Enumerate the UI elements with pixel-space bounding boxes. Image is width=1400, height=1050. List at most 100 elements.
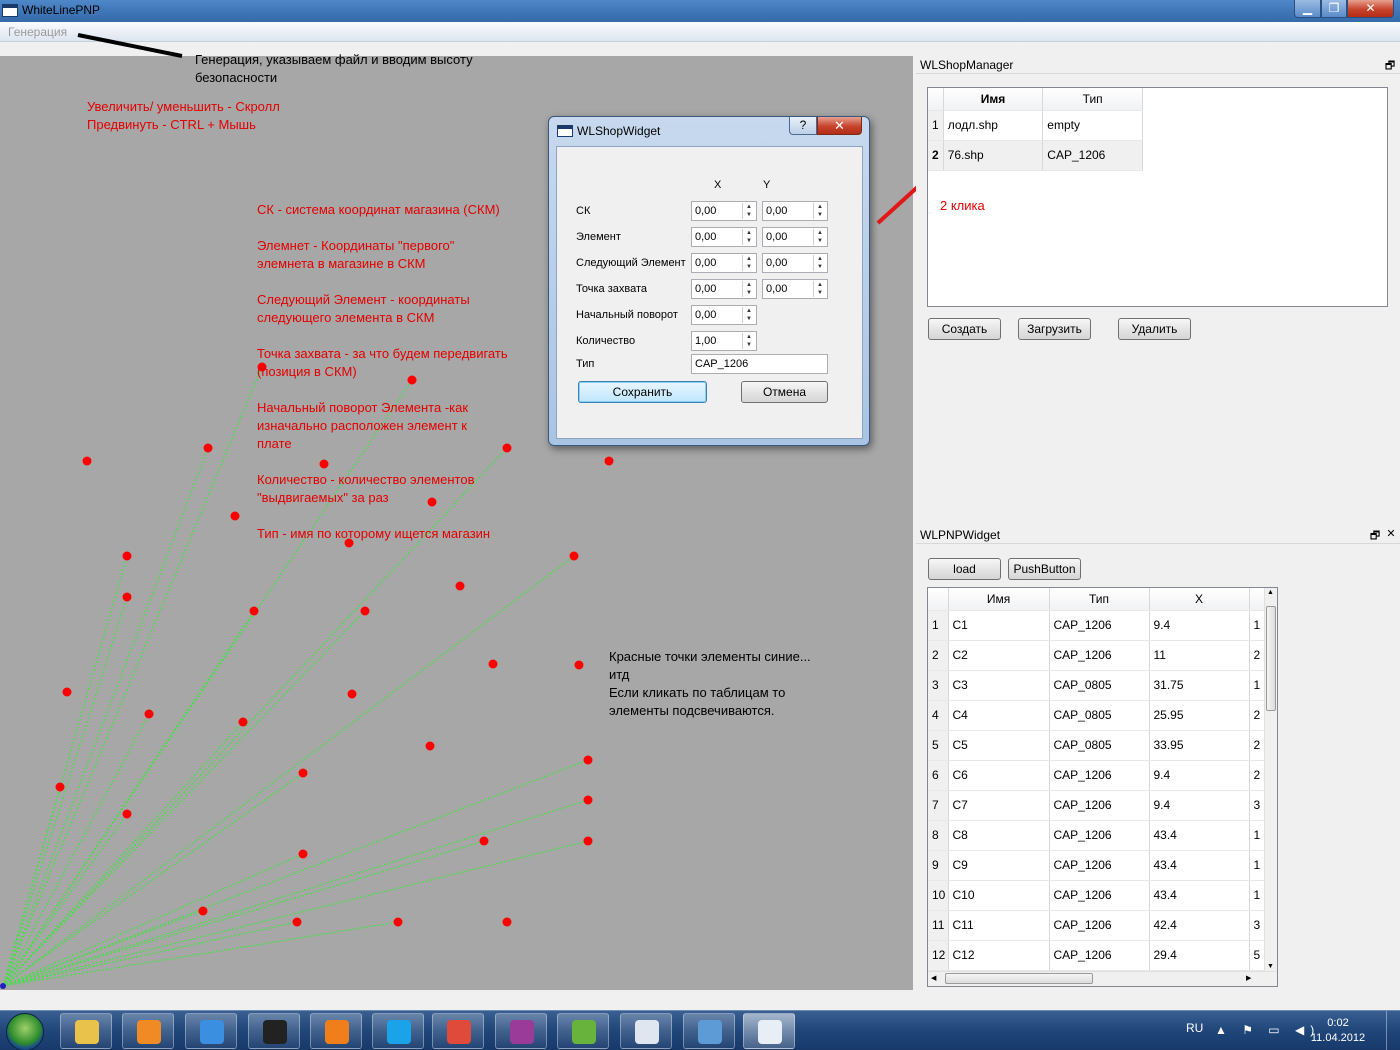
taskbar-game-button[interactable] <box>248 1013 300 1049</box>
taskbar-qt-creator-button[interactable] <box>557 1013 609 1049</box>
start-button[interactable] <box>6 1013 44 1050</box>
table-row[interactable]: 3 C3 CAP_0805 31.75 1 <box>928 670 1269 701</box>
table-row[interactable]: 7 C7 CAP_1206 9.4 3 <box>928 790 1269 821</box>
spinbox-y[interactable]: 0,00 ▲ ▼ <box>762 253 828 273</box>
cell-x[interactable]: 31.75 <box>1149 670 1250 701</box>
shop-table[interactable]: Имя Тип 1 лодл.shp empty 2 76.shp CAP_12… <box>927 87 1388 307</box>
table-row[interactable]: 10 C10 CAP_1206 43.4 1 <box>928 880 1269 911</box>
cell-type[interactable]: CAP_0805 <box>1049 730 1150 761</box>
spin-arrows-icon[interactable]: ▲ ▼ <box>742 307 755 323</box>
cell-type[interactable]: CAP_1206 <box>1049 640 1150 671</box>
spin-arrows-icon[interactable]: ▲ ▼ <box>813 281 826 297</box>
cell-type[interactable]: CAP_1206 <box>1049 610 1150 641</box>
spin-arrows-icon[interactable]: ▲ ▼ <box>813 229 826 245</box>
column-header-name[interactable]: Имя <box>943 88 1044 111</box>
scroll-down-icon[interactable]: ▼ <box>1267 963 1274 970</box>
cell-type[interactable]: CAP_0805 <box>1049 700 1150 731</box>
taskbar-wordpad-button[interactable] <box>620 1013 672 1049</box>
cell-name[interactable]: C2 <box>948 640 1050 671</box>
taskbar-vlc-button[interactable] <box>310 1013 362 1049</box>
pnp-table[interactable]: Имя Тип X 1 C1 CAP_1206 9.4 1 2 C2 CAP_1206 11 2 3… <box>927 587 1278 987</box>
taskbar-media-player-button[interactable] <box>122 1013 174 1049</box>
scroll-up-icon[interactable]: ▲ <box>1267 589 1274 596</box>
float-icon[interactable]: 🗗 <box>1369 527 1381 546</box>
scroll-left-icon[interactable]: ◀ <box>931 974 936 982</box>
table-row[interactable]: 1 лодл.shp empty <box>928 110 1143 141</box>
cell-name[interactable]: C10 <box>948 880 1050 911</box>
cell-x[interactable]: 43.4 <box>1149 880 1250 911</box>
push-button[interactable]: PushButton <box>1008 558 1081 580</box>
spinbox-x[interactable]: 0,00 ▲ ▼ <box>691 201 757 221</box>
cell-name[interactable]: C12 <box>948 940 1050 971</box>
save-button[interactable]: Сохранить <box>578 381 707 403</box>
cell-x[interactable]: 43.4 <box>1149 820 1250 851</box>
column-header-x[interactable]: X <box>1149 588 1250 611</box>
cell-name[interactable]: C7 <box>948 790 1050 821</box>
cell-name[interactable]: C6 <box>948 760 1050 791</box>
column-header-type[interactable]: Тип <box>1049 588 1150 611</box>
tray-icons[interactable]: ▲ ⚑ ▭ ◀) <box>1215 1023 1320 1037</box>
cell-x[interactable]: 29.4 <box>1149 940 1250 971</box>
cell-name[interactable]: C1 <box>948 610 1050 641</box>
cell-name[interactable]: 76.shp <box>943 140 1044 171</box>
cell-name[interactable]: C9 <box>948 850 1050 881</box>
spinbox-x[interactable]: 0,00 ▲ ▼ <box>691 253 757 273</box>
type-input[interactable]: CAP_1206 <box>691 354 828 374</box>
table-row[interactable]: 2 C2 CAP_1206 11 2 <box>928 640 1269 671</box>
spin-arrows-icon[interactable]: ▲ ▼ <box>742 229 755 245</box>
cell-type[interactable]: CAP_1206 <box>1049 790 1150 821</box>
cell-x[interactable]: 9.4 <box>1149 610 1250 641</box>
table-row[interactable]: 1 C1 CAP_1206 9.4 1 <box>928 610 1269 641</box>
spinbox-y[interactable]: 0,00 ▲ ▼ <box>762 279 828 299</box>
table-row[interactable]: 4 C4 CAP_0805 25.95 2 <box>928 700 1269 731</box>
cancel-button[interactable]: Отмена <box>741 381 828 403</box>
spin-arrows-icon[interactable]: ▲ ▼ <box>742 203 755 219</box>
taskbar-chrome-button[interactable] <box>432 1013 484 1049</box>
table-row[interactable]: 9 C9 CAP_1206 43.4 1 <box>928 850 1269 881</box>
cell-type[interactable]: CAP_1206 <box>1049 880 1150 911</box>
spinbox-y[interactable]: 0,00 ▲ ▼ <box>762 201 828 221</box>
cell-name[interactable]: C3 <box>948 670 1050 701</box>
cell-type[interactable]: CAP_1206 <box>1049 940 1150 971</box>
spin-arrows-icon[interactable]: ▲ ▼ <box>742 281 755 297</box>
taskbar-internet-explorer-button[interactable] <box>185 1013 237 1049</box>
horizontal-scrollbar[interactable]: ◀ ▶ <box>928 971 1277 986</box>
cell-name[interactable]: C8 <box>948 820 1050 851</box>
taskbar-skype-button[interactable] <box>372 1013 424 1049</box>
cell-x[interactable]: 43.4 <box>1149 850 1250 881</box>
spin-arrows-icon[interactable]: ▲ ▼ <box>813 203 826 219</box>
cell-x[interactable]: 9.4 <box>1149 760 1250 791</box>
cell-x[interactable]: 25.95 <box>1149 700 1250 731</box>
spinbox-y[interactable]: 0,00 ▲ ▼ <box>762 227 828 247</box>
cell-name[interactable]: лодл.shp <box>943 110 1044 141</box>
spinbox-x[interactable]: 1,00 ▲ ▼ <box>691 331 757 351</box>
table-row[interactable]: 6 C6 CAP_1206 9.4 2 <box>928 760 1269 791</box>
table-row[interactable]: 2 76.shp CAP_1206 <box>928 140 1143 171</box>
delete-button[interactable]: Удалить <box>1118 318 1191 340</box>
cell-type[interactable]: CAP_0805 <box>1049 670 1150 701</box>
dialog-close-button[interactable]: ✕ <box>817 117 862 135</box>
load-button[interactable]: load <box>928 558 1001 580</box>
column-header-type[interactable]: Тип <box>1042 88 1143 111</box>
close-icon[interactable]: ✕ <box>1385 527 1397 540</box>
spin-arrows-icon[interactable]: ▲ ▼ <box>813 255 826 271</box>
spinbox-x[interactable]: 0,00 ▲ ▼ <box>691 227 757 247</box>
help-button[interactable]: ? <box>789 117 817 135</box>
cell-x[interactable]: 33.95 <box>1149 730 1250 761</box>
spinbox-x[interactable]: 0,00 ▲ ▼ <box>691 279 757 299</box>
cell-type[interactable]: CAP_1206 <box>1042 140 1143 171</box>
cell-x[interactable]: 9.4 <box>1149 790 1250 821</box>
taskbar-control-panel-button[interactable] <box>683 1013 735 1049</box>
cell-type[interactable]: empty <box>1042 110 1143 141</box>
float-icon[interactable]: 🗗 <box>1384 57 1396 76</box>
load-shop-button[interactable]: Загрузить <box>1018 318 1091 340</box>
show-desktop-button[interactable] <box>1386 1011 1400 1050</box>
table-row[interactable]: 5 C5 CAP_0805 33.95 2 <box>928 730 1269 761</box>
column-header-name[interactable]: Имя <box>948 588 1050 611</box>
cell-x[interactable]: 42.4 <box>1149 910 1250 941</box>
hscroll-thumb[interactable] <box>945 973 1093 984</box>
cell-name[interactable]: C4 <box>948 700 1050 731</box>
spin-arrows-icon[interactable]: ▲ ▼ <box>742 255 755 271</box>
cell-x[interactable]: 11 <box>1149 640 1250 671</box>
taskbar-whitelinepnp-button[interactable] <box>743 1013 795 1049</box>
